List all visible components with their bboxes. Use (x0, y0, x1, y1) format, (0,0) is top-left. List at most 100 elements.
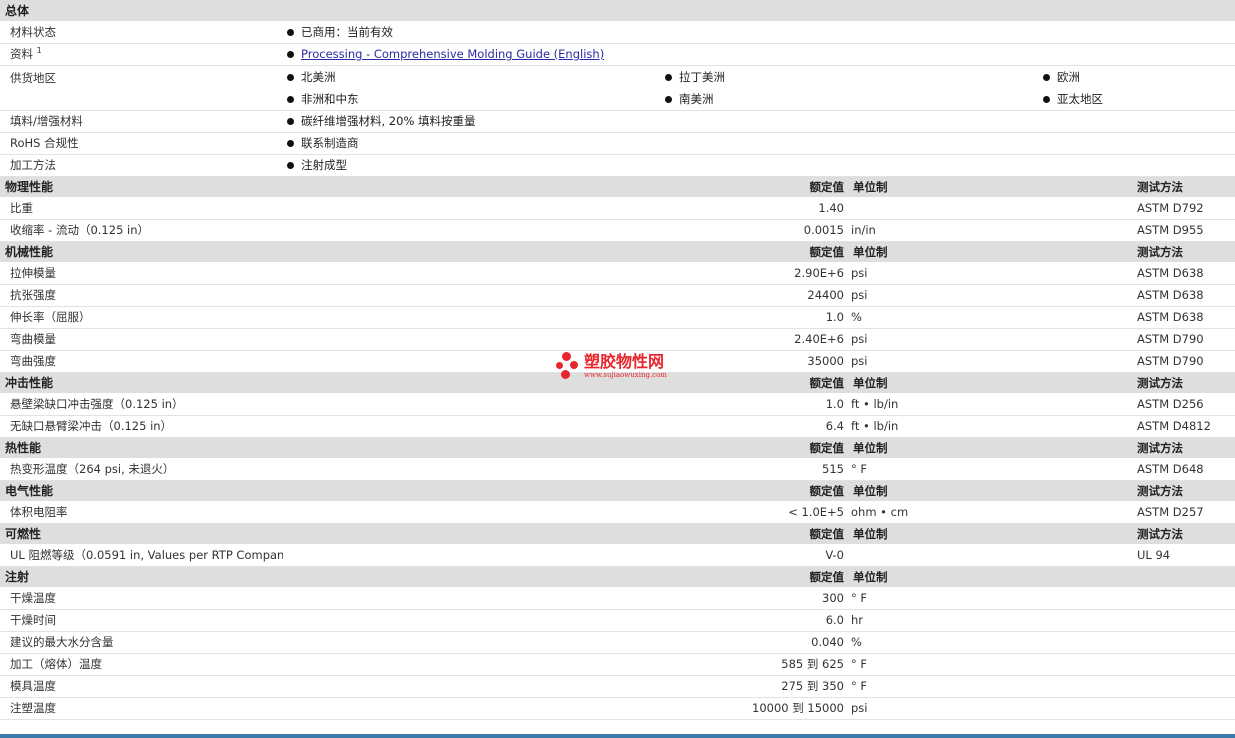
documents-label: 资料 (10, 47, 33, 61)
section-title: 冲击性能 (5, 376, 54, 391)
property-value: 1.0 (825, 310, 844, 324)
molding-guide-link[interactable]: Processing - Comprehensive Molding Guide… (301, 47, 604, 61)
section-title: 热性能 (5, 441, 42, 456)
property-name: 悬壁梁缺口冲击强度（0.125 in） (10, 396, 184, 411)
property-name: UL 阻燃等级（0.0591 in, Values per RTP Compan… (10, 547, 283, 562)
property-row: 比重 1.40 ASTM D792 (0, 197, 1235, 219)
property-row: 弯曲模量 2.40E+6 psi ASTM D790 (0, 328, 1235, 350)
section-header-physical: 物理性能 额定值 单位制 测试方法 (0, 176, 1235, 197)
property-row: 抗张强度 24400 psi ASTM D638 (0, 284, 1235, 306)
section-header-mechanical: 机械性能 额定值 单位制 测试方法 (0, 241, 1235, 262)
bottom-scroll-bar (0, 734, 1235, 738)
bullet-icon (287, 28, 294, 36)
property-test-method: ASTM D638 (1137, 310, 1204, 324)
property-unit: ft • lb/in (851, 396, 899, 411)
section-header-thermal: 热性能 额定值 单位制 测试方法 (0, 437, 1235, 458)
col-header-test (1133, 566, 1235, 587)
property-unit (849, 197, 1133, 219)
property-test-method: ASTM D648 (1137, 461, 1204, 476)
property-value: 24400 (807, 288, 844, 302)
watermark-dots-icon (556, 352, 582, 380)
property-name: 模具温度 (10, 679, 56, 693)
watermark-url: www.sujiaowuxing.com (584, 370, 667, 379)
property-row: 拉伸模量 2.90E+6 psi ASTM D638 (0, 262, 1235, 284)
general-row-documents: 资料 1 Processing - Comprehensive Molding … (0, 43, 1235, 65)
section-title: 机械性能 (5, 245, 54, 260)
section-title: 总体 (5, 4, 30, 18)
property-test-method: ASTM D955 (1137, 223, 1204, 237)
property-test-method: ASTM D792 (1137, 200, 1204, 215)
col-header-value: 额定值 (809, 244, 845, 259)
property-test-method (1133, 587, 1235, 609)
bullet-icon (1043, 73, 1050, 81)
watermark-name: 塑胶物性网 (584, 351, 665, 371)
col-header-unit: 单位制 (853, 526, 888, 541)
bullet-icon (287, 95, 294, 103)
col-header-unit: 单位制 (853, 569, 888, 584)
region-label: 亚太地区 (1057, 91, 1103, 106)
general-row-status: 材料状态 已商用：当前有效 (0, 21, 1235, 43)
property-name: 拉伸模量 (10, 265, 56, 280)
region-item: 南美洲 (665, 91, 1043, 107)
col-header-test: 测试方法 (1137, 440, 1183, 455)
region-label: 欧洲 (1057, 69, 1080, 84)
bullet-icon (1043, 95, 1050, 103)
property-row: 加工（熔体）温度 585 到 625 ° F (0, 653, 1235, 675)
property-unit: ° F (851, 590, 868, 605)
property-test-method: ASTM D790 (1137, 332, 1204, 346)
bullet-icon (287, 162, 294, 169)
general-row-process: 加工方法 注射成型 (0, 154, 1235, 176)
property-value: 0.040 (811, 635, 844, 649)
property-unit: psi (851, 701, 868, 715)
bullet-icon (665, 95, 672, 103)
row-label: RoHS 合规性 (10, 136, 79, 150)
property-value: 2.40E+6 (794, 332, 844, 346)
status-value: 已商用：当前有效 (301, 24, 393, 39)
property-unit: ° F (851, 461, 868, 476)
property-test-method (1133, 697, 1235, 719)
property-unit: hr (851, 613, 864, 627)
property-value: 300 (822, 590, 844, 605)
col-header-unit: 单位制 (853, 483, 888, 498)
section-header-general: 总体 (0, 0, 1235, 21)
row-label: 供货地区 (10, 70, 56, 85)
row-label: 加工方法 (10, 158, 56, 172)
property-row: 热变形温度（264 psi, 未退火） 515 ° F ASTM D648 (0, 458, 1235, 480)
bullet-icon (287, 73, 294, 81)
property-unit: psi (851, 354, 868, 368)
col-header-test: 测试方法 (1137, 483, 1183, 498)
general-row-rohs: RoHS 合规性 联系制造商 (0, 132, 1235, 154)
property-name: 干燥温度 (10, 590, 56, 605)
col-header-value: 额定值 (809, 179, 845, 194)
rohs-value: 联系制造商 (301, 136, 359, 150)
property-value: 515 (822, 461, 844, 476)
section-title: 电气性能 (5, 484, 54, 499)
property-name: 无缺口悬臂梁冲击（0.125 in） (10, 419, 173, 433)
property-test-method (1133, 631, 1235, 653)
property-test-method: ASTM D790 (1137, 354, 1204, 368)
row-value: Processing - Comprehensive Molding Guide… (283, 43, 1235, 65)
row-label: 填料/增强材料 (10, 114, 83, 128)
property-unit: ° F (851, 679, 868, 693)
col-header-unit: 单位制 (853, 440, 888, 455)
property-unit (849, 544, 1133, 566)
property-test-method: ASTM D638 (1137, 288, 1204, 302)
col-header-unit: 单位制 (853, 179, 888, 194)
row-value: 碳纤维增强材料, 20% 填料按重量 (283, 110, 1235, 132)
section-title: 物理性能 (5, 180, 54, 195)
col-header-test: 测试方法 (1137, 526, 1183, 541)
col-header-value: 额定值 (809, 569, 845, 584)
property-name: 干燥时间 (10, 613, 56, 627)
property-value: 6.0 (825, 613, 844, 627)
property-unit: % (851, 635, 862, 649)
region-item: 北美洲 (287, 69, 665, 85)
region-item: 拉丁美洲 (665, 69, 1043, 85)
property-value: 2.90E+6 (794, 265, 844, 280)
property-row: 伸长率（屈服） 1.0% ASTM D638 (0, 306, 1235, 328)
property-value: 1.40 (818, 200, 844, 215)
process-value: 注射成型 (301, 158, 347, 172)
region-label: 拉丁美洲 (679, 69, 725, 84)
property-value: V-0 (825, 547, 844, 562)
property-name: 体积电阻率 (10, 504, 68, 519)
bullet-icon (665, 73, 672, 81)
